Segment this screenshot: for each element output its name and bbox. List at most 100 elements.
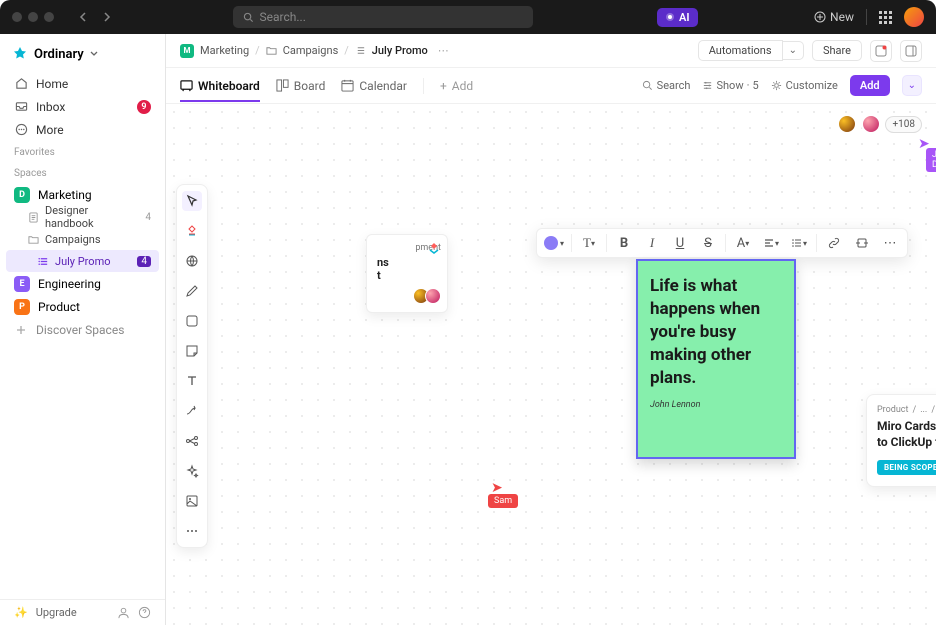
calendar-icon bbox=[341, 79, 354, 92]
sticky-author: John Lennon bbox=[650, 400, 782, 410]
sidebar-item-home[interactable]: Home bbox=[0, 72, 165, 95]
breadcrumb-july[interactable]: July Promo bbox=[372, 44, 428, 57]
tool-web[interactable] bbox=[182, 251, 202, 271]
panel-icon[interactable] bbox=[900, 40, 922, 62]
list-designer-handbook[interactable]: Designer handbook 4 bbox=[0, 206, 165, 228]
folder-campaigns[interactable]: Campaigns bbox=[0, 228, 165, 250]
tool-sticky[interactable] bbox=[182, 341, 202, 361]
breadcrumb-campaigns[interactable]: Campaigns bbox=[283, 44, 339, 57]
avatar bbox=[425, 288, 441, 304]
whiteboard-toolbox bbox=[176, 184, 208, 548]
workspace-switcher[interactable]: Ordinary bbox=[0, 40, 165, 72]
link-button[interactable] bbox=[821, 231, 847, 255]
sidebar-item-inbox[interactable]: Inbox 9 bbox=[0, 95, 165, 118]
upgrade-icon: ✨ bbox=[14, 606, 28, 619]
board-icon bbox=[276, 79, 289, 92]
tab-calendar[interactable]: Calendar bbox=[341, 71, 407, 101]
person-icon[interactable] bbox=[117, 606, 130, 619]
bold-button[interactable]: B bbox=[611, 231, 637, 255]
tool-text[interactable] bbox=[182, 371, 202, 391]
color-picker[interactable]: ▾ bbox=[541, 231, 567, 255]
max-dot[interactable] bbox=[44, 12, 54, 22]
share-button[interactable]: Share bbox=[812, 40, 862, 61]
tool-pen[interactable] bbox=[182, 281, 202, 301]
breadcrumb-space-icon: M bbox=[180, 44, 194, 58]
help-icon[interactable] bbox=[138, 606, 151, 619]
plus-circle-icon bbox=[814, 11, 826, 23]
tool-more[interactable] bbox=[182, 521, 202, 541]
space-marketing[interactable]: D Marketing bbox=[0, 183, 165, 206]
text-color[interactable]: A▾ bbox=[730, 231, 756, 255]
align-button[interactable]: ▾ bbox=[758, 231, 784, 255]
space-badge: E bbox=[14, 276, 30, 292]
breadcrumb-more[interactable]: ⋯ bbox=[438, 44, 449, 57]
discover-spaces[interactable]: Discover Spaces bbox=[0, 318, 165, 341]
tool-mindmap[interactable] bbox=[182, 431, 202, 451]
add-task-caret[interactable]: ⌄ bbox=[902, 75, 922, 96]
search-tasks[interactable]: Search bbox=[642, 79, 691, 92]
automations-button[interactable]: Automations bbox=[698, 40, 783, 61]
automations-caret[interactable]: ⌄ bbox=[783, 41, 804, 60]
tool-image[interactable] bbox=[182, 491, 202, 511]
list-icon bbox=[38, 256, 49, 267]
breadcrumb-marketing[interactable]: Marketing bbox=[200, 44, 249, 57]
status-pill[interactable]: BEING SCOPED bbox=[877, 460, 936, 475]
folder-icon bbox=[28, 234, 39, 245]
customize-button[interactable]: Customize bbox=[771, 79, 838, 92]
font-size[interactable]: T▾ bbox=[576, 231, 602, 255]
sidebar: Ordinary Home Inbox 9 More Favorites Spa… bbox=[0, 34, 166, 625]
apps-grid-icon[interactable] bbox=[879, 11, 892, 24]
list-button[interactable]: ▾ bbox=[786, 231, 812, 255]
task-card-peek[interactable]: pment nst bbox=[366, 234, 448, 313]
tab-add-view[interactable]: + Add bbox=[440, 71, 473, 101]
task-convert[interactable] bbox=[849, 231, 875, 255]
avatar-overflow[interactable]: +108 bbox=[885, 116, 922, 133]
space-badge: P bbox=[14, 299, 30, 315]
min-dot[interactable] bbox=[28, 12, 38, 22]
home-icon bbox=[14, 77, 28, 91]
avatar[interactable] bbox=[861, 114, 881, 134]
sidebar-item-more[interactable]: More bbox=[0, 118, 165, 141]
user-avatar[interactable] bbox=[904, 7, 924, 27]
tool-ai[interactable] bbox=[182, 461, 202, 481]
favorites-label: Favorites bbox=[0, 141, 165, 162]
activity-icon[interactable] bbox=[870, 40, 892, 62]
presence-avatars: +108 bbox=[837, 114, 922, 134]
whiteboard-canvas[interactable]: +108 ▾ T▾ bbox=[166, 104, 936, 625]
italic-button[interactable]: I bbox=[639, 231, 665, 255]
tab-board[interactable]: Board bbox=[276, 71, 326, 101]
sparkle-icon bbox=[665, 12, 675, 22]
tool-task[interactable] bbox=[182, 221, 202, 241]
space-product[interactable]: P Product bbox=[0, 295, 165, 318]
sliders-icon bbox=[702, 80, 713, 91]
space-engineering[interactable]: E Engineering bbox=[0, 272, 165, 295]
sidebar-footer: ✨ Upgrade bbox=[0, 599, 165, 625]
tab-whiteboard[interactable]: Whiteboard bbox=[180, 71, 260, 102]
breadcrumb-bar: M Marketing / Campaigns / July Promo ⋯ A… bbox=[166, 34, 936, 68]
show-toggle[interactable]: Show·5 bbox=[702, 79, 758, 92]
upgrade-link[interactable]: Upgrade bbox=[36, 606, 77, 619]
global-search[interactable]: Search... bbox=[233, 6, 533, 28]
tool-select[interactable] bbox=[182, 191, 202, 211]
tool-connector[interactable] bbox=[182, 401, 202, 421]
sticky-text[interactable]: Life is what happens when you're busy ma… bbox=[650, 275, 782, 390]
nav-forward[interactable] bbox=[96, 7, 116, 27]
strike-button[interactable]: S bbox=[695, 231, 721, 255]
clickup-icon bbox=[427, 241, 441, 255]
tool-shape[interactable] bbox=[182, 311, 202, 331]
plus-icon: + bbox=[440, 79, 447, 93]
inbox-icon bbox=[14, 100, 28, 114]
nav-back[interactable] bbox=[74, 7, 94, 27]
add-task-button[interactable]: Add bbox=[850, 75, 890, 96]
new-button[interactable]: New bbox=[814, 10, 854, 24]
underline-button[interactable]: U bbox=[667, 231, 693, 255]
avatar[interactable] bbox=[837, 114, 857, 134]
list-july-promo[interactable]: July Promo 4 bbox=[6, 250, 159, 272]
task-title[interactable]: Miro Cards | Convert Miro object to Clic… bbox=[877, 419, 936, 450]
ai-button[interactable]: AI bbox=[657, 8, 698, 27]
close-dot[interactable] bbox=[12, 12, 22, 22]
task-card[interactable]: Product/.../Member Development Miro Card… bbox=[866, 394, 936, 487]
more-format[interactable]: ⋯ bbox=[877, 231, 903, 255]
search-icon bbox=[243, 12, 254, 23]
sticky-note[interactable]: Life is what happens when you're busy ma… bbox=[636, 259, 796, 459]
